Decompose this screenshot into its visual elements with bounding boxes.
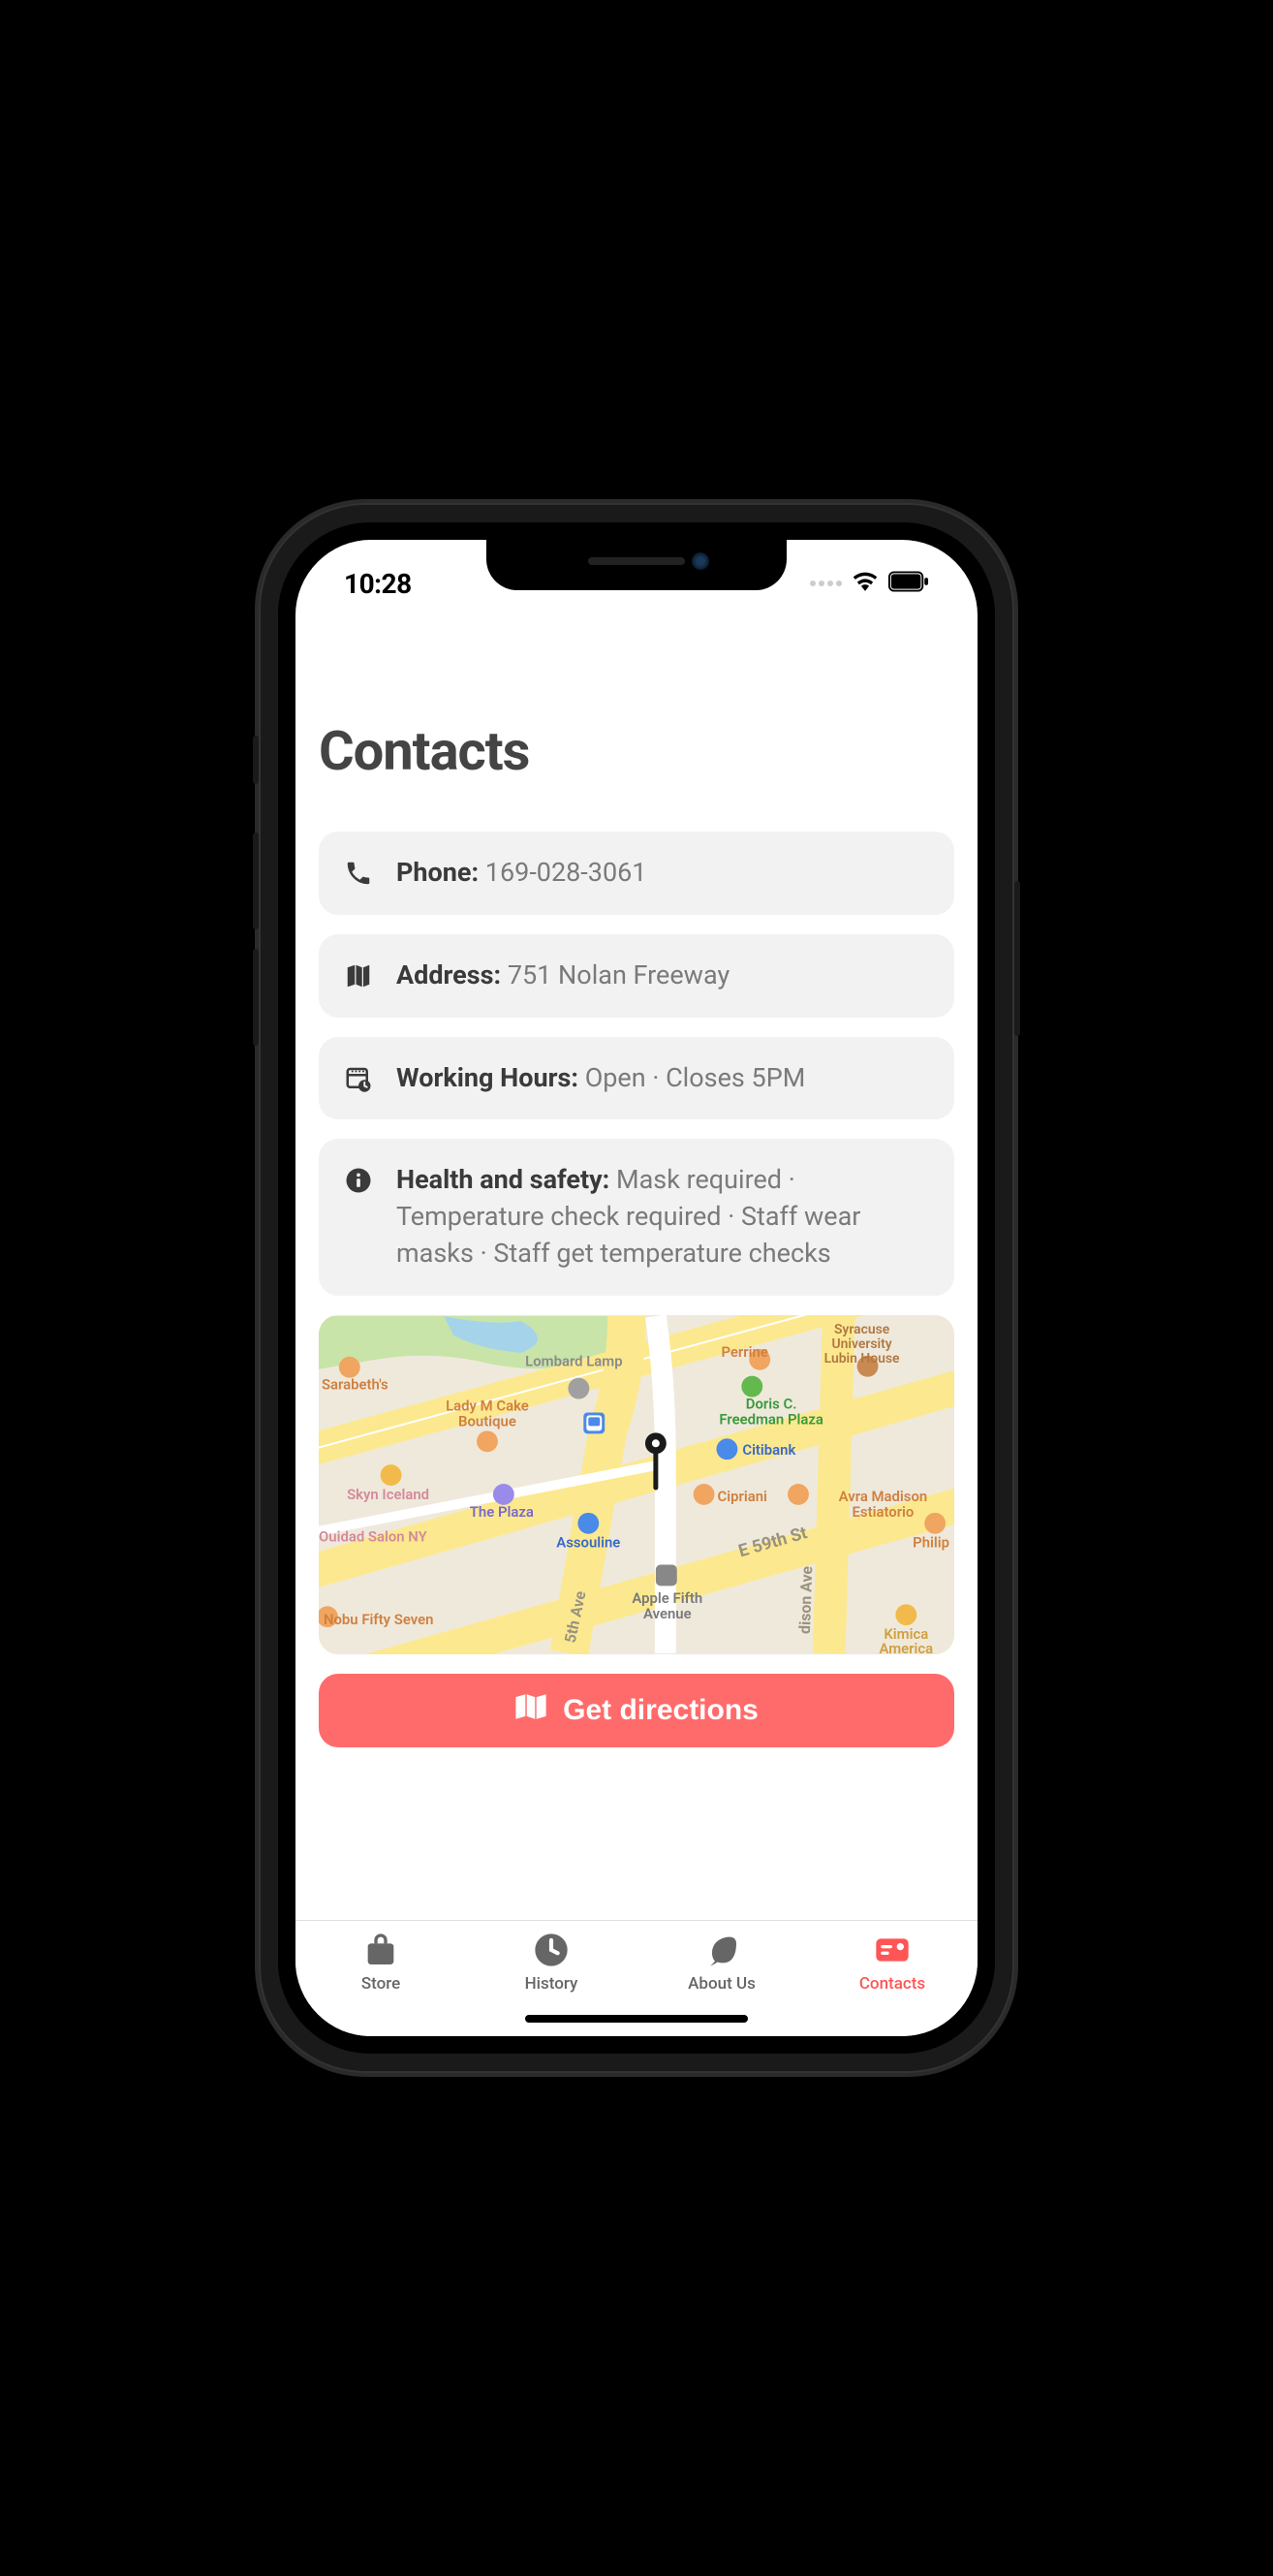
svg-text:Assouline: Assouline — [556, 1533, 620, 1551]
status-time: 10:28 — [344, 568, 412, 600]
tab-history[interactable]: History — [466, 1921, 636, 2002]
map-view[interactable]: Lombard Lamp Perrine Syracuse University… — [319, 1315, 954, 1654]
status-indicators — [810, 568, 929, 599]
svg-text:Avenue: Avenue — [643, 1605, 692, 1622]
page-title: Contacts — [319, 719, 954, 783]
contact-card-icon — [873, 1931, 912, 1969]
tab-store-label: Store — [361, 1974, 400, 1994]
svg-text:Freedman Plaza: Freedman Plaza — [719, 1410, 823, 1428]
svg-text:Cipriani: Cipriani — [717, 1488, 767, 1505]
content-area: Contacts Phone: 169-028-3061 Add — [295, 719, 978, 1747]
phone-text: Phone: 169-028-3061 — [396, 855, 646, 892]
cellular-dots-icon — [810, 581, 842, 586]
svg-text:Sarabeth's: Sarabeth's — [322, 1375, 388, 1393]
svg-text:University: University — [831, 1336, 891, 1352]
svg-text:Perrine: Perrine — [721, 1343, 767, 1361]
phone-card[interactable]: Phone: 169-028-3061 — [319, 832, 954, 915]
tab-history-label: History — [525, 1974, 578, 1994]
store-bag-icon — [361, 1931, 400, 1969]
phone-label: Phone: — [396, 857, 479, 888]
get-directions-button[interactable]: Get directions — [319, 1674, 954, 1747]
calendar-clock-icon — [344, 1064, 373, 1093]
hours-card[interactable]: Working Hours: Open · Closes 5PM — [319, 1037, 954, 1120]
svg-text:Lubin House: Lubin House — [824, 1351, 900, 1367]
svg-text:dison Ave: dison Ave — [795, 1565, 816, 1634]
tab-about-label: About Us — [688, 1974, 756, 1994]
svg-text:Estiatorio: Estiatorio — [853, 1503, 915, 1521]
tab-store[interactable]: Store — [295, 1921, 466, 2002]
svg-text:Philip: Philip — [913, 1533, 949, 1551]
phone-device-frame: 10:28 Contacts — [259, 503, 1014, 2073]
phone-value: 169-028-3061 — [485, 857, 647, 888]
volume-up-button — [253, 832, 259, 929]
info-icon — [344, 1166, 373, 1195]
device-notch — [486, 540, 787, 590]
svg-text:Boutique: Boutique — [458, 1412, 516, 1429]
map-icon — [344, 961, 373, 990]
home-indicator[interactable] — [525, 2015, 748, 2023]
clock-icon — [532, 1931, 571, 1969]
address-value: 751 Nolan Freeway — [508, 959, 730, 990]
tab-contacts[interactable]: Contacts — [807, 1921, 978, 2002]
svg-text:Citibank: Citibank — [742, 1441, 795, 1459]
svg-text:America: America — [879, 1640, 933, 1654]
svg-text:The Plaza: The Plaza — [470, 1503, 534, 1521]
address-card[interactable]: Address: 751 Nolan Freeway — [319, 934, 954, 1018]
svg-text:Ouidad Salon NY: Ouidad Salon NY — [319, 1527, 428, 1545]
health-label: Health and safety: — [396, 1164, 609, 1195]
map-svg: Lombard Lamp Perrine Syracuse University… — [319, 1315, 954, 1654]
leaf-icon — [702, 1931, 741, 1969]
hours-label: Working Hours: — [396, 1062, 578, 1093]
tab-about[interactable]: About Us — [636, 1921, 807, 2002]
svg-text:Skyn Iceland: Skyn Iceland — [347, 1486, 429, 1503]
svg-text:Syracuse: Syracuse — [834, 1322, 890, 1337]
phone-icon — [344, 859, 373, 888]
volume-down-button — [253, 949, 259, 1046]
svg-text:Lombard Lamp: Lombard Lamp — [525, 1353, 622, 1370]
wifi-icon — [852, 568, 879, 599]
get-directions-label: Get directions — [563, 1694, 759, 1727]
battery-icon — [888, 571, 929, 596]
address-label: Address: — [396, 959, 501, 990]
svg-text:Nobu Fifty Seven: Nobu Fifty Seven — [324, 1611, 434, 1628]
power-button — [1014, 881, 1020, 1036]
address-text: Address: 751 Nolan Freeway — [396, 958, 730, 994]
side-button — [253, 736, 259, 784]
hours-text: Working Hours: Open · Closes 5PM — [396, 1060, 805, 1097]
directions-map-icon — [514, 1692, 547, 1729]
hours-value: Open · Closes 5PM — [585, 1062, 806, 1093]
phone-screen: 10:28 Contacts — [295, 540, 978, 2036]
health-text: Health and safety: Mask required · Tempe… — [396, 1162, 929, 1272]
health-card[interactable]: Health and safety: Mask required · Tempe… — [319, 1139, 954, 1295]
tab-contacts-label: Contacts — [859, 1974, 925, 1994]
